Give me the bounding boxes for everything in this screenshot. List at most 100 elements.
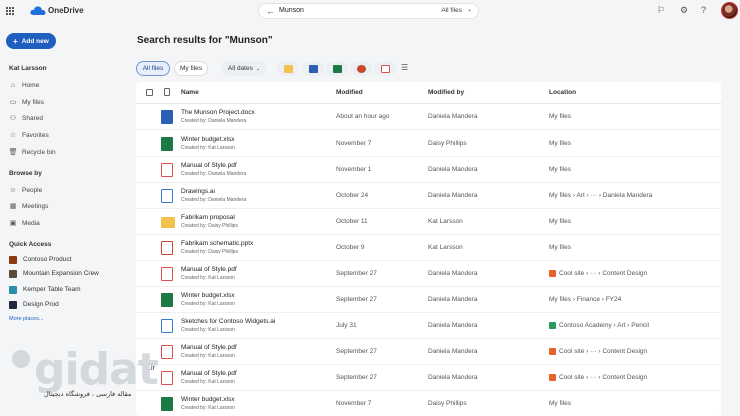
avatar[interactable] xyxy=(721,2,738,19)
more-places-link[interactable]: More places... xyxy=(9,316,44,322)
add-new-button[interactable]: + Add new xyxy=(6,33,56,49)
chevron-down-icon[interactable]: ⌄ xyxy=(467,6,472,13)
file-creator: Created by: Kat Larsson xyxy=(181,301,235,307)
folder-icon xyxy=(161,217,175,228)
file-name[interactable]: Manual of Style.pdf xyxy=(181,344,237,351)
table-row[interactable]: Sketches for Contoso Widgets.ai Created … xyxy=(136,313,721,339)
table-row[interactable]: The Munson Project.docx Created by: Dani… xyxy=(136,104,721,130)
sidebar-item-my-files[interactable]: ▭ My files xyxy=(9,96,44,108)
column-modified-by[interactable]: Modified by xyxy=(428,89,464,96)
location[interactable]: My files xyxy=(549,140,571,147)
location[interactable]: My files › Art › ··· › Daniela Mandera xyxy=(549,192,652,199)
table-row[interactable]: Fabrikam schematic.pptx Created by: Dais… xyxy=(136,235,721,261)
pdf-file-icon xyxy=(161,163,173,177)
modified-by: Daniela Mandera xyxy=(428,322,478,329)
site-icon xyxy=(9,255,17,264)
table-row[interactable]: Winter budget.xlsx Created by: Kat Larss… xyxy=(136,131,721,157)
watermark-tagline: مقاله فارسی ، فروشگاه دیجیتال xyxy=(44,390,132,398)
location[interactable]: My files xyxy=(549,113,571,120)
location[interactable]: Cool site › ··· › Content Design xyxy=(549,270,647,277)
file-name[interactable]: Fabrikam proposal xyxy=(181,214,235,221)
page-title: Search results for "Munson" xyxy=(137,35,273,46)
filter-dates-dropdown[interactable]: All dates ⌄ xyxy=(221,61,267,76)
gear-icon[interactable]: ⚙ xyxy=(680,5,688,16)
location[interactable]: My files xyxy=(549,400,571,407)
file-name[interactable]: The Munson Project.docx xyxy=(181,109,255,116)
quick-access-item[interactable]: Kemper Table Team xyxy=(9,284,81,295)
file-name[interactable]: Manual of Style.pdf xyxy=(181,370,237,377)
location[interactable]: My files xyxy=(549,166,571,173)
folder-type-icon[interactable] xyxy=(277,61,299,76)
quick-access-item[interactable]: Mountain Expansion Crew xyxy=(9,268,99,279)
location-text: Contoso Academy › Art › Pencil xyxy=(559,322,649,329)
sidebar-item-media[interactable]: ▣ Media xyxy=(9,217,40,229)
results-table: Name Modified Modified by Location The M… xyxy=(136,82,721,416)
location[interactable]: Contoso Academy › Art › Pencil xyxy=(549,322,649,329)
table-row[interactable]: Manual of Style.pdf Created by: Kat Lars… xyxy=(136,339,721,365)
location[interactable]: My files › Finance › FY24 xyxy=(549,296,621,303)
file-name[interactable]: Sketches for Contoso Widgets.ai xyxy=(181,318,275,325)
filter-all-files[interactable]: All files xyxy=(136,61,170,76)
waffle-icon[interactable] xyxy=(6,7,14,15)
location-text: My files xyxy=(549,244,572,251)
table-row[interactable]: Manual of Style.pdf Created by: Kat Lars… xyxy=(136,261,721,287)
word-file-icon xyxy=(161,110,173,124)
location[interactable]: Cool site › ··· › Content Design xyxy=(549,374,647,381)
location[interactable]: My files xyxy=(549,218,571,225)
file-name[interactable]: Manual of Style.pdf xyxy=(181,162,237,169)
file-name[interactable]: Manual of Style.pdf xyxy=(181,266,237,273)
table-row[interactable]: Manual of Style.pdf Created by: Daniela … xyxy=(136,157,721,183)
table-row[interactable]: Winter budget.xlsx Created by: Kat Larss… xyxy=(136,287,721,313)
sidebar-item-recycle-bin[interactable]: 🗑 Recycle bin xyxy=(9,146,56,158)
file-creator: Created by: Daniela Mandera xyxy=(181,171,247,177)
sidebar-item-home[interactable]: ⌂ Home xyxy=(9,79,39,91)
excel-type-icon[interactable] xyxy=(326,61,348,76)
quick-access-item[interactable]: Design Prod xyxy=(9,299,59,310)
modified-by: Daisy Phillips xyxy=(428,140,467,147)
file-name[interactable]: Winter budget.xlsx xyxy=(181,136,234,143)
pdf-file-icon xyxy=(161,371,173,385)
chevron-down-icon: ⌄ xyxy=(255,65,261,72)
watermark-logo-text: gidat xyxy=(34,344,159,395)
filter-icon[interactable]: ☰ xyxy=(401,63,408,72)
sidebar-item-label: People xyxy=(22,186,43,194)
search-scope-dropdown[interactable]: All files xyxy=(441,7,462,14)
sidebar-item-people[interactable]: ☺ People xyxy=(9,184,42,196)
table-row[interactable]: Fabrikam proposal Created by: Daisy Phil… xyxy=(136,209,721,235)
modified-by: Daniela Mandera xyxy=(428,270,478,277)
help-icon[interactable]: ? xyxy=(701,5,706,15)
home-icon: ⌂ xyxy=(10,81,16,89)
image-file-icon xyxy=(161,319,173,333)
table-row[interactable]: Drawings.ai Created by: Daniela Mandera … xyxy=(136,183,721,209)
file-name[interactable]: Winter budget.xlsx xyxy=(181,396,234,403)
filter-my-files[interactable]: My files xyxy=(174,61,208,76)
word-type-icon[interactable] xyxy=(302,61,324,76)
excel-file-icon xyxy=(161,397,173,411)
column-modified[interactable]: Modified xyxy=(336,89,363,96)
table-row[interactable]: Manual of Style.pdf Created by: Kat Lars… xyxy=(136,365,721,391)
column-name[interactable]: Name xyxy=(181,89,199,96)
pdf-type-icon[interactable] xyxy=(374,61,396,76)
location[interactable]: My files xyxy=(549,244,571,251)
app-name[interactable]: OneDrive xyxy=(48,6,84,15)
powerpoint-type-icon[interactable] xyxy=(350,61,372,76)
sidebar-item-shared[interactable]: ⚇ Shared xyxy=(9,112,43,124)
sidebar-item-favorites[interactable]: ☆ Favorites xyxy=(9,129,49,141)
quick-access-label: Kemper Table Team xyxy=(23,286,81,293)
quick-access-item[interactable]: Contoso Product xyxy=(9,254,71,265)
calendar-icon: ▦ xyxy=(9,203,17,210)
sidebar-item-meetings[interactable]: ▦ Meetings xyxy=(9,200,49,212)
flag-icon[interactable]: ⚐ xyxy=(657,5,665,16)
sidebar-item-label: My files xyxy=(22,98,45,106)
back-arrow-icon[interactable]: ← xyxy=(266,6,275,16)
column-location[interactable]: Location xyxy=(549,89,576,96)
search-input[interactable]: Munson xyxy=(279,7,304,14)
location[interactable]: Cool site › ··· › Content Design xyxy=(549,348,647,355)
file-name[interactable]: Winter budget.xlsx xyxy=(181,292,234,299)
select-all-checkbox[interactable] xyxy=(146,89,153,96)
search-box[interactable]: ← Munson All files ⌄ xyxy=(258,3,479,19)
modified-by: Daniela Mandera xyxy=(428,296,478,303)
file-name[interactable]: Fabrikam schematic.pptx xyxy=(181,240,253,247)
table-row[interactable]: Winter budget.xlsx Created by: Kat Larss… xyxy=(136,391,721,416)
file-name[interactable]: Drawings.ai xyxy=(181,188,215,195)
